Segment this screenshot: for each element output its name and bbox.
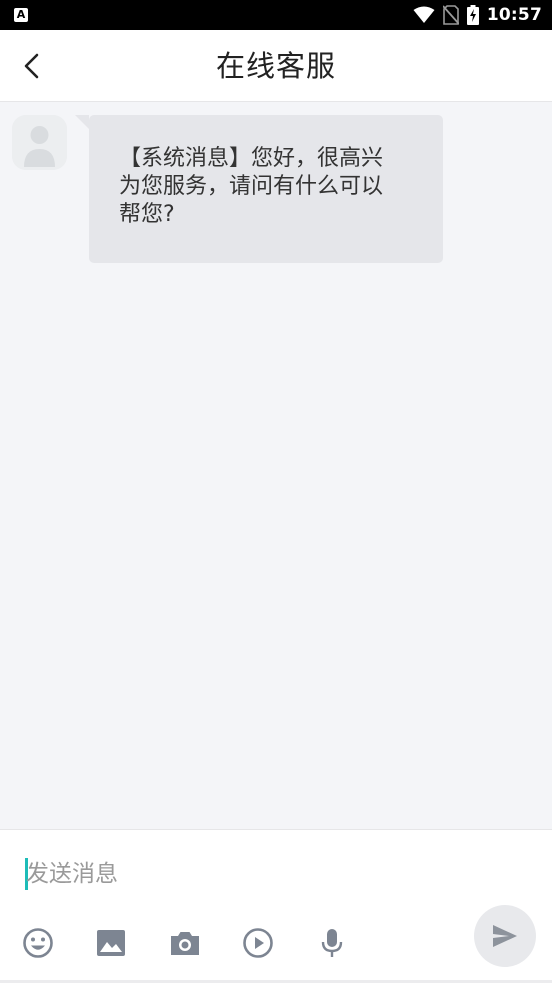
back-button[interactable] [12, 46, 52, 86]
send-button[interactable] [474, 905, 536, 967]
notification-a-icon: A [14, 8, 28, 22]
battery-charging-icon [466, 5, 479, 25]
header: 在线客服 [0, 30, 552, 102]
emoji-button[interactable] [21, 926, 55, 960]
page-title: 在线客服 [215, 49, 336, 83]
default-avatar-icon [12, 115, 67, 170]
image-icon [97, 930, 125, 956]
wifi-icon [413, 6, 435, 24]
send-icon [493, 925, 517, 947]
video-icon [243, 928, 273, 958]
status-time: 10:57 [486, 5, 542, 25]
camera-button[interactable] [168, 926, 202, 960]
chat-screen: A 10:57 在线客服 【系统消息】您好，很高兴为您服务，请问有什么可以帮您?… [0, 0, 552, 983]
chevron-left-icon [24, 53, 39, 79]
voice-button[interactable] [315, 926, 349, 960]
message-bubble: 【系统消息】您好，很高兴为您服务，请问有什么可以帮您? [75, 115, 443, 263]
microphone-icon [321, 929, 343, 957]
image-button[interactable] [94, 926, 128, 960]
camera-icon [171, 932, 199, 955]
status-bar: A 10:57 [0, 0, 552, 30]
video-button[interactable] [241, 926, 275, 960]
system-avatar [12, 115, 67, 170]
no-sim-icon [442, 5, 459, 25]
input-bar [0, 829, 552, 983]
emoji-icon [23, 928, 53, 958]
message-input[interactable] [22, 854, 442, 894]
chat-message-list[interactable]: 【系统消息】您好，很高兴为您服务，请问有什么可以帮您? [0, 103, 552, 829]
